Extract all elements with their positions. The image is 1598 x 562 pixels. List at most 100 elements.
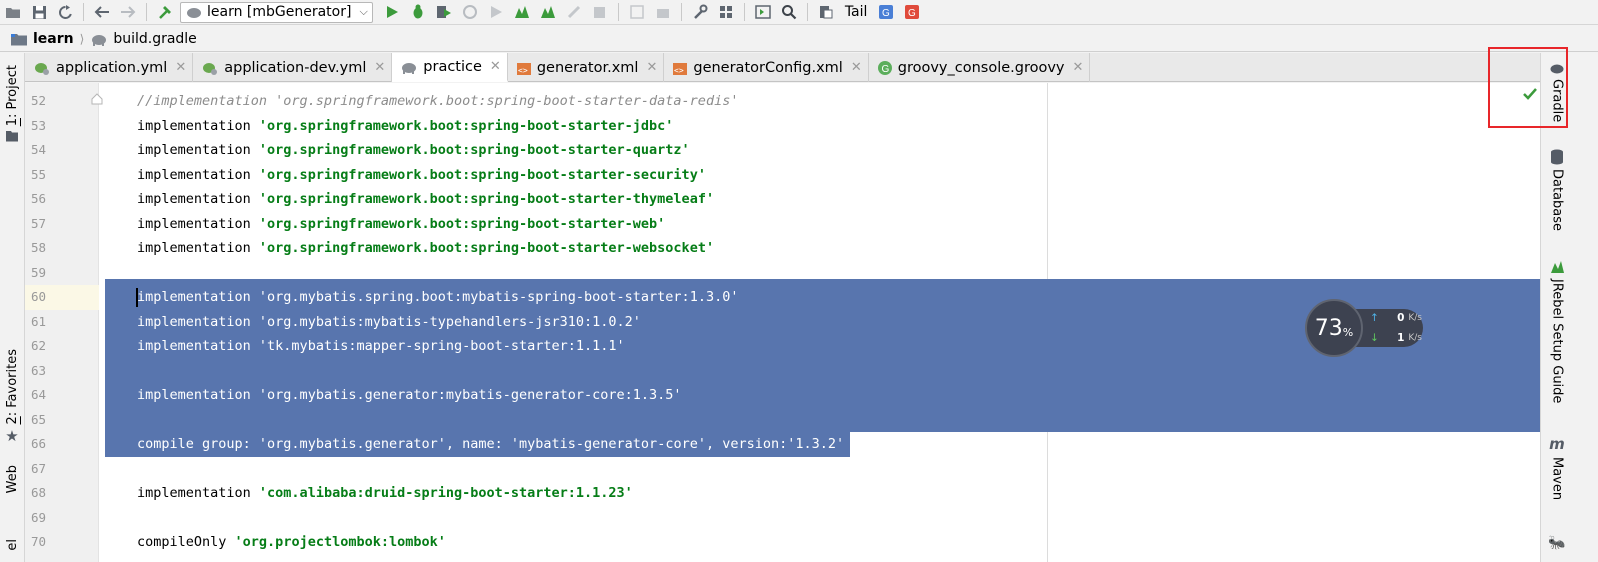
svg-text:<>: <> xyxy=(518,66,528,75)
code-token: implementation xyxy=(137,166,259,183)
line-number: 59 xyxy=(31,264,47,280)
tool-window-jrebel[interactable]: JRebel Setup Guide xyxy=(1547,259,1567,403)
tab-groovy-console-groovy[interactable]: Ggroovy_console.groovy ✕ xyxy=(869,53,1091,82)
deploy-icon[interactable] xyxy=(650,1,676,23)
breadcrumb: learn ⟩ build.gradle xyxy=(0,26,1598,52)
code-token: implementation xyxy=(137,485,259,501)
project-structure-icon[interactable] xyxy=(713,1,739,23)
code-line[interactable]: implementation 'org.springframework.boot… xyxy=(137,187,714,212)
line-number: 70 xyxy=(31,534,47,549)
attach-debugger-icon[interactable] xyxy=(561,1,587,23)
run-icon[interactable] xyxy=(379,1,405,23)
close-icon[interactable]: ✕ xyxy=(175,60,186,75)
line-number: 63 xyxy=(31,362,47,378)
update-icon[interactable] xyxy=(624,1,650,23)
tool-window-ant[interactable]: 🐜 xyxy=(1547,535,1567,551)
stop-icon[interactable] xyxy=(587,1,613,23)
tool-window-maven[interactable]: m Maven xyxy=(1547,435,1567,500)
code-token: implementation xyxy=(137,215,259,232)
main-toolbar: learn [mbGenerator] ⌵ Tail G G xyxy=(0,0,1598,25)
tab-application-yml[interactable]: application.yml ✕ xyxy=(25,53,194,82)
toolbar-separator xyxy=(680,3,682,21)
tab-generatorconfig-xml[interactable]: <> generatorConfig.xml ✕ xyxy=(664,53,869,82)
close-icon[interactable]: ✕ xyxy=(374,60,385,75)
download-speed-value: 1 xyxy=(1397,332,1405,344)
toolbar-separator xyxy=(146,3,147,21)
breadcrumb-file[interactable]: build.gradle xyxy=(90,31,197,47)
code-line[interactable]: implementation 'org.springframework.boot… xyxy=(137,114,673,139)
save-icon[interactable] xyxy=(26,1,52,23)
annotation-highlight-box xyxy=(1488,47,1568,128)
xml-file-icon: <> xyxy=(672,60,688,76)
tool-window-web[interactable]: Web xyxy=(2,465,22,493)
tail-file-icon[interactable] xyxy=(813,1,839,23)
terminal-run-icon[interactable] xyxy=(750,1,776,23)
code-token: compileOnly xyxy=(137,534,235,550)
search-icon[interactable] xyxy=(776,1,802,23)
close-icon[interactable]: ✕ xyxy=(490,59,501,74)
code-line[interactable]: implementation 'org.mybatis:mybatis-type… xyxy=(137,310,641,335)
code-line[interactable]: implementation 'org.springframework.boot… xyxy=(137,163,706,188)
sync-icon[interactable] xyxy=(52,1,78,23)
translate-replace-icon[interactable]: G xyxy=(899,1,925,23)
tool-window-favorites[interactable]: 2: Favorites ★ xyxy=(2,349,22,445)
tool-window-el[interactable]: el xyxy=(2,539,22,551)
code-token: implementation xyxy=(137,240,259,256)
run-disabled-icon[interactable] xyxy=(483,1,509,23)
string-literal: 'mybatis-generator-core' xyxy=(510,436,706,452)
tool-window-jrebel-label: JRebel Setup Guide xyxy=(1549,279,1565,404)
fold-marker-icon[interactable] xyxy=(91,93,103,105)
build-hammer-icon[interactable] xyxy=(152,1,178,23)
code-line[interactable]: implementation 'org.springframework.boot… xyxy=(137,212,665,237)
code-line[interactable]: compile group: 'org.mybatis.generator', … xyxy=(137,432,844,457)
run-with-coverage-icon[interactable] xyxy=(431,1,457,23)
code-line[interactable]: implementation 'org.springframework.boot… xyxy=(137,236,714,261)
tool-window-web-label: Web xyxy=(4,465,20,494)
code-line[interactable]: implementation 'com.alibaba:druid-spring… xyxy=(137,481,633,506)
line-number: 58 xyxy=(31,240,47,255)
profiler-icon[interactable] xyxy=(457,1,483,23)
code-line[interactable]: implementation 'org.mybatis.generator:my… xyxy=(137,383,682,408)
ide-window: learn [mbGenerator] ⌵ Tail G G learn ⟩ b… xyxy=(0,0,1598,562)
jrebel-run-icon[interactable] xyxy=(509,1,535,23)
tail-label[interactable]: Tail xyxy=(839,4,874,20)
code-line[interactable]: implementation 'org.springframework.boot… xyxy=(137,138,690,163)
line-number: 61 xyxy=(31,313,47,329)
tab-practice[interactable]: practice ✕ xyxy=(392,53,508,82)
close-icon[interactable]: ✕ xyxy=(851,60,862,75)
star-icon: ★ xyxy=(5,426,19,445)
back-arrow-icon[interactable] xyxy=(89,1,115,23)
wrench-settings-icon[interactable] xyxy=(687,1,713,23)
forward-arrow-icon[interactable] xyxy=(115,1,141,23)
code-line[interactable]: implementation 'org.mybatis.spring.boot:… xyxy=(137,285,738,310)
tab-generator-xml[interactable]: <> generator.xml ✕ xyxy=(508,53,665,82)
run-configuration-select[interactable]: learn [mbGenerator] ⌵ xyxy=(180,1,373,23)
translate-icon[interactable]: G xyxy=(873,1,899,23)
code-line[interactable]: //implementation 'org.springframework.bo… xyxy=(137,89,738,114)
gradle-elephant-icon xyxy=(400,60,418,74)
jrebel-debug-icon[interactable] xyxy=(535,1,561,23)
network-speed-widget[interactable]: 73% ↑ 0 K/s ↓ 1 K/s xyxy=(1305,299,1423,357)
gradle-elephant-icon xyxy=(187,8,201,18)
text-caret xyxy=(136,288,138,307)
xml-file-icon: <> xyxy=(516,60,532,76)
spring-leaf-icon xyxy=(33,60,51,76)
code-line[interactable]: compileOnly 'org.projectlombok:lombok' xyxy=(137,530,446,555)
string-literal: 'org.springframework.boot:spring-boot-st… xyxy=(258,142,690,158)
close-icon[interactable]: ✕ xyxy=(1073,60,1084,75)
string-literal: '1.3.2' xyxy=(787,436,845,452)
debug-bug-icon[interactable] xyxy=(405,1,431,23)
tool-window-database[interactable]: Database xyxy=(1547,149,1567,231)
line-number: 68 xyxy=(31,485,47,500)
line-number: 65 xyxy=(31,411,47,427)
open-folder-icon[interactable] xyxy=(0,1,26,23)
tool-window-project[interactable]: 1: Project xyxy=(2,65,22,142)
code-line[interactable]: implementation 'tk.mybatis:mapper-spring… xyxy=(137,334,625,359)
close-icon[interactable]: ✕ xyxy=(646,60,657,75)
string-literal: 'org.mybatis:mybatis-typehandlers-jsr310… xyxy=(258,313,641,330)
tab-application-dev-yml[interactable]: application-dev.yml ✕ xyxy=(193,53,393,82)
code-token: implementation xyxy=(137,313,259,330)
upload-speed-unit: K/s xyxy=(1408,313,1422,323)
breadcrumb-project[interactable]: learn xyxy=(10,31,74,47)
svg-text:G: G xyxy=(908,8,916,19)
